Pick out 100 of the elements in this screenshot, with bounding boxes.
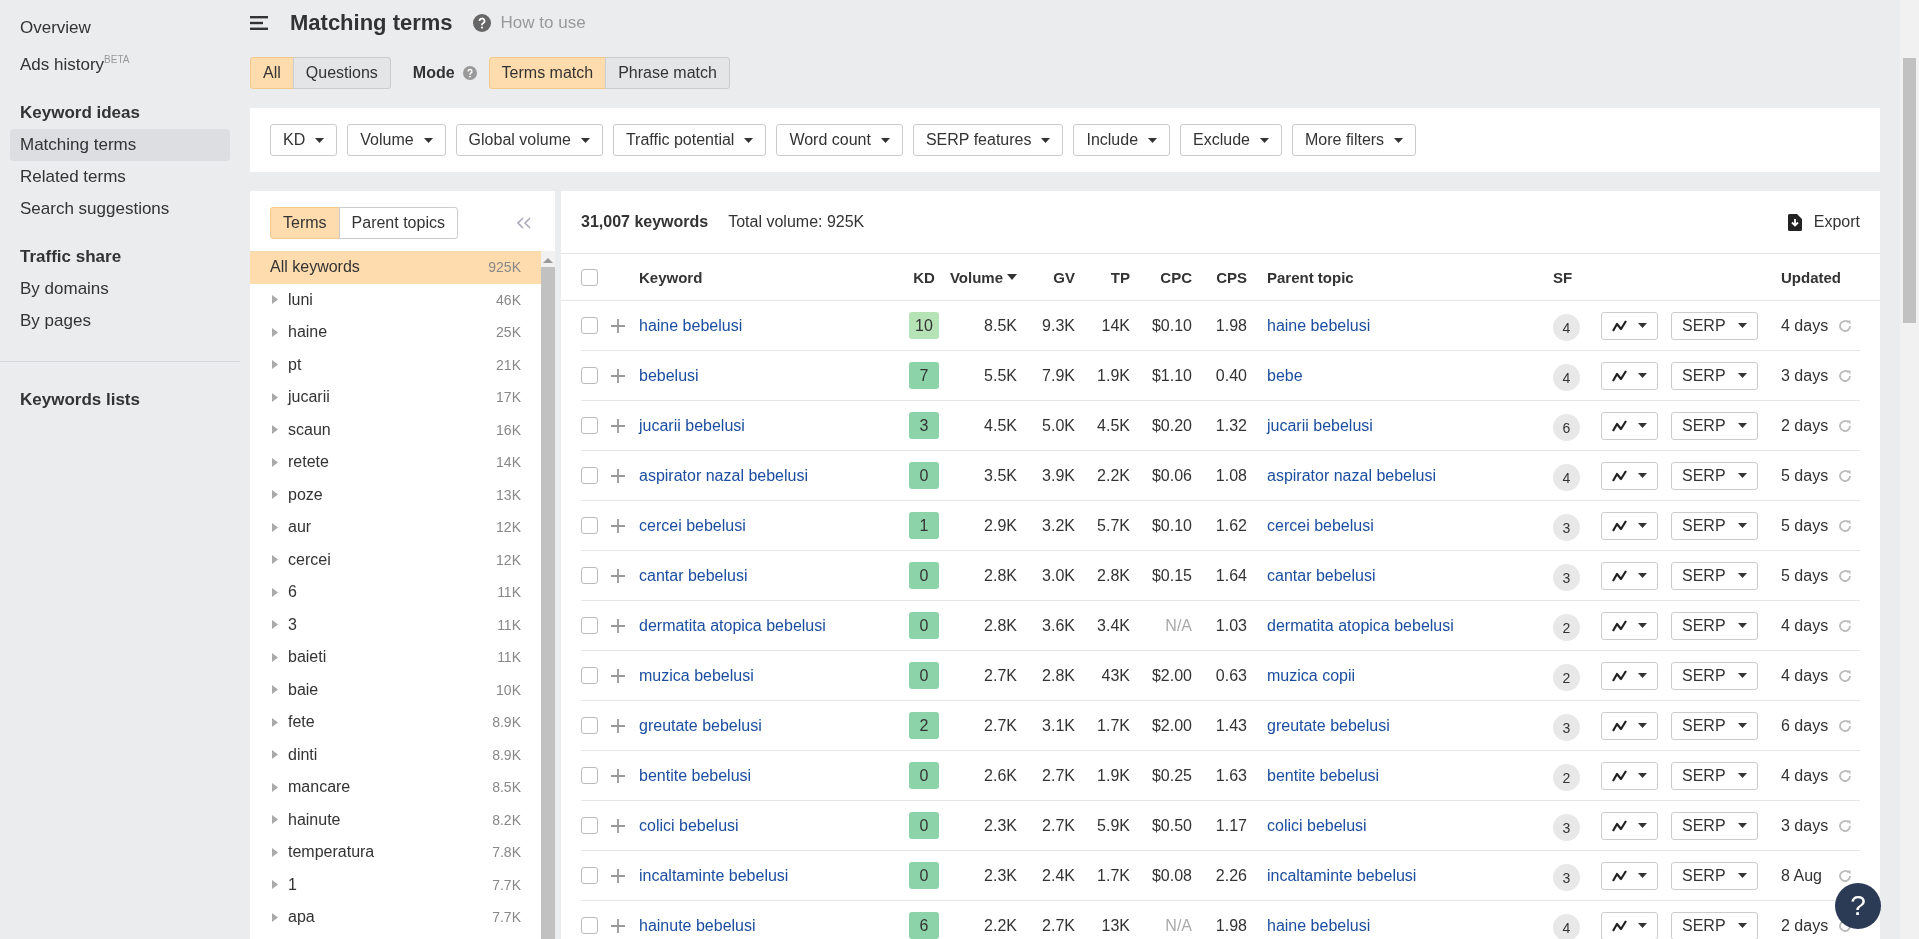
filter-dropdown[interactable]: SERP features bbox=[912, 124, 1064, 156]
term-item[interactable]: haine 25K bbox=[250, 316, 541, 349]
sidebar-item[interactable]: Related terms bbox=[10, 160, 230, 193]
serp-dropdown[interactable]: SERP bbox=[1671, 811, 1758, 840]
term-item[interactable]: temperatura 7.8K bbox=[250, 836, 541, 869]
scrollbar[interactable] bbox=[541, 251, 555, 939]
add-icon[interactable] bbox=[611, 468, 625, 483]
trend-dropdown[interactable] bbox=[1601, 811, 1658, 840]
serp-dropdown[interactable]: SERP bbox=[1671, 411, 1758, 440]
term-item[interactable]: jucarii 17K bbox=[250, 381, 541, 414]
parent-topic-link[interactable]: dermatita atopica bebelusi bbox=[1267, 616, 1454, 635]
trend-dropdown[interactable] bbox=[1601, 761, 1658, 790]
scope-tab[interactable]: Questions bbox=[292, 57, 391, 89]
checkbox[interactable] bbox=[581, 268, 598, 286]
checkbox[interactable] bbox=[581, 317, 598, 334]
filter-dropdown[interactable]: Word count bbox=[776, 124, 903, 156]
expand-icon[interactable] bbox=[272, 490, 278, 500]
checkbox[interactable] bbox=[581, 367, 598, 384]
keyword-link[interactable]: aspirator nazal bebelusi bbox=[639, 466, 808, 485]
checkbox[interactable] bbox=[581, 467, 598, 484]
serp-dropdown[interactable]: SERP bbox=[1671, 461, 1758, 490]
parent-topic-link[interactable]: aspirator nazal bebelusi bbox=[1267, 466, 1436, 485]
terms-tab[interactable]: Terms bbox=[270, 207, 340, 239]
parent-topic-link[interactable]: colici bebelusi bbox=[1267, 816, 1367, 835]
add-icon[interactable] bbox=[611, 418, 625, 433]
parent-topic-link[interactable]: haine bebelusi bbox=[1267, 316, 1371, 335]
term-item[interactable]: pt 21K bbox=[250, 348, 541, 381]
parent-topic-link[interactable]: bebe bbox=[1267, 366, 1303, 385]
scope-tab[interactable]: All bbox=[250, 57, 294, 89]
serp-dropdown[interactable]: SERP bbox=[1671, 511, 1758, 540]
column-header[interactable]: Parent topic bbox=[1267, 268, 1354, 286]
term-item[interactable]: scaun 16K bbox=[250, 413, 541, 446]
add-icon[interactable] bbox=[611, 618, 625, 633]
sidebar-item[interactable]: By pages bbox=[10, 304, 230, 337]
checkbox[interactable] bbox=[581, 417, 598, 434]
keyword-link[interactable]: hainute bebelusi bbox=[639, 916, 756, 935]
keyword-link[interactable]: dermatita atopica bebelusi bbox=[639, 616, 826, 635]
checkbox[interactable] bbox=[581, 617, 598, 634]
trend-dropdown[interactable] bbox=[1601, 911, 1658, 939]
keyword-link[interactable]: incaltaminte bebelusi bbox=[639, 866, 789, 885]
expand-icon[interactable] bbox=[272, 295, 278, 305]
expand-icon[interactable] bbox=[272, 750, 278, 760]
term-item[interactable]: 6 11K bbox=[250, 576, 541, 609]
expand-icon[interactable] bbox=[272, 717, 278, 727]
expand-icon[interactable] bbox=[272, 457, 278, 467]
column-header[interactable]: CPC bbox=[1160, 268, 1192, 286]
column-header[interactable]: KD bbox=[913, 268, 935, 286]
serp-dropdown[interactable]: SERP bbox=[1671, 711, 1758, 740]
sidebar-item[interactable]: By domains bbox=[10, 272, 230, 305]
filter-dropdown[interactable]: Include bbox=[1073, 124, 1171, 156]
trend-dropdown[interactable] bbox=[1601, 661, 1658, 690]
mode-tab[interactable]: Phrase match bbox=[605, 57, 730, 89]
serp-dropdown[interactable]: SERP bbox=[1671, 361, 1758, 390]
add-icon[interactable] bbox=[611, 818, 625, 833]
keyword-link[interactable]: bebelusi bbox=[639, 366, 699, 385]
term-item[interactable]: luni 46K bbox=[250, 283, 541, 316]
add-icon[interactable] bbox=[611, 368, 625, 383]
parent-topic-link[interactable]: incaltaminte bebelusi bbox=[1267, 866, 1417, 885]
expand-icon[interactable] bbox=[272, 815, 278, 825]
filter-dropdown[interactable]: Volume bbox=[347, 124, 446, 156]
serp-dropdown[interactable]: SERP bbox=[1671, 561, 1758, 590]
expand-icon[interactable] bbox=[272, 652, 278, 662]
checkbox[interactable] bbox=[581, 817, 598, 834]
term-item[interactable]: retete 14K bbox=[250, 446, 541, 479]
trend-dropdown[interactable] bbox=[1601, 361, 1658, 390]
checkbox[interactable] bbox=[581, 517, 598, 534]
expand-icon[interactable] bbox=[272, 360, 278, 370]
serp-dropdown[interactable]: SERP bbox=[1671, 611, 1758, 640]
add-icon[interactable] bbox=[611, 718, 625, 733]
checkbox[interactable] bbox=[581, 917, 598, 934]
expand-icon[interactable] bbox=[272, 327, 278, 337]
column-header[interactable]: GV bbox=[1053, 268, 1075, 286]
filter-dropdown[interactable]: More filters bbox=[1292, 124, 1417, 156]
keyword-link[interactable]: muzica bebelusi bbox=[639, 666, 754, 685]
parent-topic-link[interactable]: bentite bebelusi bbox=[1267, 766, 1380, 785]
add-icon[interactable] bbox=[611, 668, 625, 683]
checkbox[interactable] bbox=[581, 667, 598, 684]
expand-icon[interactable] bbox=[272, 912, 278, 922]
expand-icon[interactable] bbox=[272, 555, 278, 565]
term-item[interactable]: baie 10K bbox=[250, 673, 541, 706]
sidebar-item[interactable]: Ads history$^{BETA}$ bbox=[10, 44, 230, 81]
trend-dropdown[interactable] bbox=[1601, 311, 1658, 340]
checkbox[interactable] bbox=[581, 867, 598, 884]
term-item[interactable]: cercei 12K bbox=[250, 543, 541, 576]
trend-dropdown[interactable] bbox=[1601, 561, 1658, 590]
parent-topic-link[interactable]: jucarii bebelusi bbox=[1267, 416, 1373, 435]
term-item[interactable]: mancare 8.5K bbox=[250, 771, 541, 804]
expand-icon[interactable] bbox=[272, 685, 278, 695]
parent-topic-link[interactable]: haine bebelusi bbox=[1267, 916, 1371, 935]
menu-icon[interactable] bbox=[250, 16, 268, 30]
term-item[interactable]: aur 12K bbox=[250, 511, 541, 544]
expand-icon[interactable] bbox=[272, 620, 278, 630]
scrollbar[interactable] bbox=[1900, 0, 1919, 939]
mode-tab[interactable]: Terms match bbox=[488, 57, 607, 89]
trend-dropdown[interactable] bbox=[1601, 611, 1658, 640]
expand-icon[interactable] bbox=[272, 587, 278, 597]
term-item[interactable]: baieti 11K bbox=[250, 641, 541, 674]
term-item[interactable]: 1 7.7K bbox=[250, 868, 541, 901]
add-icon[interactable] bbox=[611, 318, 625, 333]
trend-dropdown[interactable] bbox=[1601, 861, 1658, 890]
